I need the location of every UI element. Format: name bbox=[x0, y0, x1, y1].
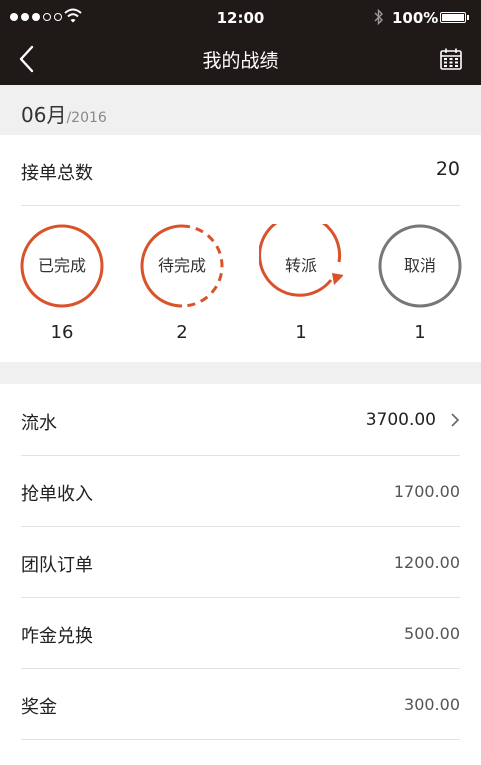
status-pending[interactable]: 待完成 bbox=[140, 224, 224, 308]
earnings-row: 团队订单 1200.00 bbox=[21, 527, 460, 598]
earnings-label: 奖金 bbox=[21, 697, 57, 718]
earnings-label: 团队订单 bbox=[21, 555, 93, 576]
earnings-row: 抢单收入 1700.00 bbox=[21, 456, 460, 527]
earnings-label: 咋金兑换 bbox=[21, 626, 93, 647]
status-count: 16 bbox=[50, 322, 74, 343]
year-label: /2016 bbox=[66, 110, 107, 126]
total-orders-value: 20 bbox=[435, 158, 460, 180]
status-count: 1 bbox=[414, 322, 426, 343]
chevron-right-icon bbox=[451, 413, 460, 427]
battery-icon bbox=[440, 12, 466, 23]
earnings-value: 1200.00 bbox=[393, 553, 460, 572]
status-completed[interactable]: 已完成 bbox=[20, 224, 104, 308]
status-label: 待完成 bbox=[157, 256, 206, 275]
earnings-row-turnover[interactable]: 流水 3700.00 bbox=[21, 385, 460, 456]
status-count: 2 bbox=[176, 322, 188, 343]
earnings-row: 咋金兑换 500.00 bbox=[21, 598, 460, 669]
battery-cap bbox=[467, 15, 469, 20]
section-divider bbox=[0, 362, 481, 384]
earnings-value: 500.00 bbox=[404, 624, 460, 643]
status-count: 1 bbox=[295, 322, 307, 343]
earnings-label: 流水 bbox=[21, 413, 57, 434]
bluetooth-icon bbox=[374, 8, 383, 26]
total-orders-row: 接单总数 20 bbox=[21, 135, 460, 206]
battery-percentage: 100% bbox=[392, 9, 439, 27]
page-title: 我的战绩 bbox=[202, 50, 279, 72]
status-bar: 12:00 100% bbox=[0, 0, 481, 36]
top-bar: 12:00 100% 我的战绩 bbox=[0, 0, 481, 85]
status-transferred[interactable]: 转派 bbox=[259, 224, 343, 308]
status-label: 转派 bbox=[284, 256, 317, 275]
status-label: 取消 bbox=[403, 256, 436, 275]
earnings-value: 300.00 bbox=[404, 695, 460, 714]
calendar-icon[interactable] bbox=[439, 47, 463, 71]
status-label: 已完成 bbox=[37, 256, 86, 275]
month-label: 06月 bbox=[21, 103, 67, 127]
period-selector[interactable]: 06月/2016 bbox=[21, 99, 107, 128]
earnings-value: 1700.00 bbox=[393, 482, 460, 501]
earnings-row: 奖金 300.00 bbox=[21, 669, 460, 740]
earnings-value: 3700.00 bbox=[365, 410, 436, 430]
earnings-label: 抢单收入 bbox=[21, 484, 93, 505]
status-cancelled[interactable]: 取消 bbox=[378, 224, 462, 308]
total-orders-label: 接单总数 bbox=[21, 163, 93, 184]
